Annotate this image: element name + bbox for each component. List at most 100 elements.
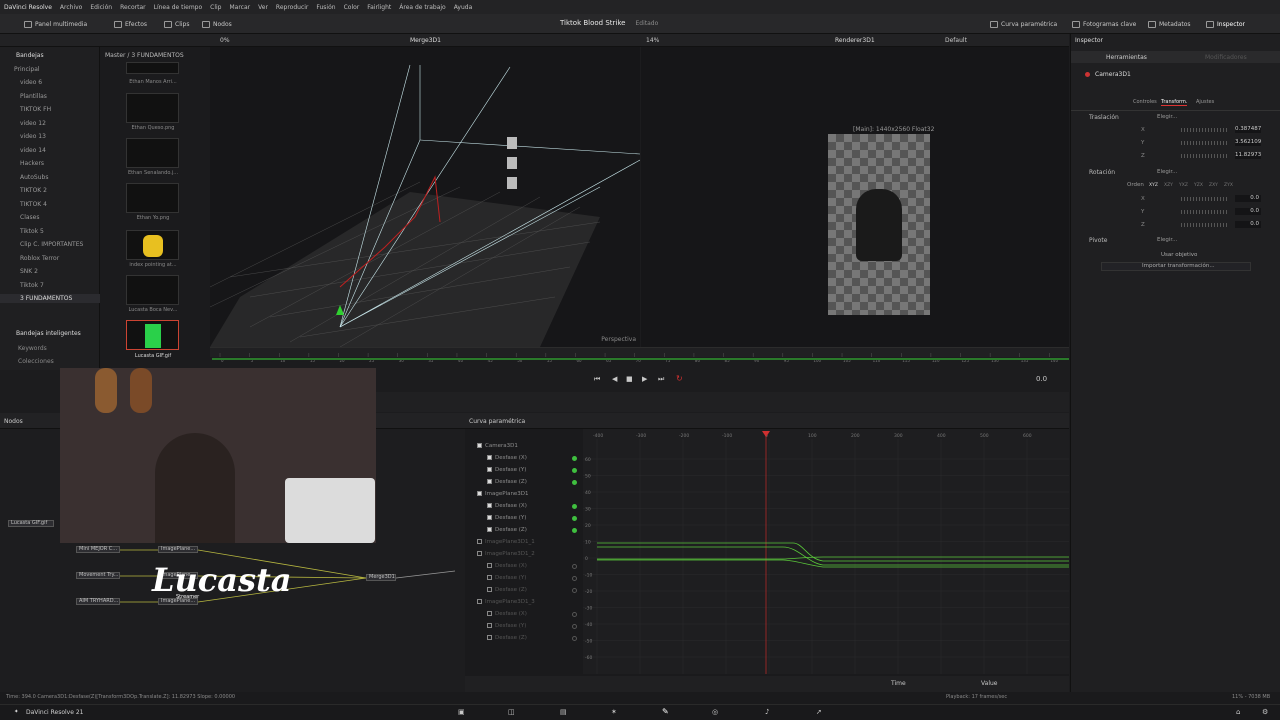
tools-tab[interactable]: Herramientas bbox=[1106, 54, 1147, 61]
curve-checkbox[interactable] bbox=[477, 491, 482, 496]
order-xzy[interactable]: XZY bbox=[1164, 183, 1173, 189]
menu-recortar[interactable]: Recortar bbox=[120, 4, 146, 11]
curve-visibility-dot[interactable] bbox=[572, 588, 577, 593]
render-page-icon[interactable]: ➚ bbox=[816, 709, 822, 716]
curve-channel[interactable]: Desfase (X) bbox=[487, 563, 527, 569]
menu-ayuda[interactable]: Ayuda bbox=[454, 4, 473, 11]
curve-visibility-dot[interactable] bbox=[572, 528, 577, 533]
tx-slider[interactable] bbox=[1181, 128, 1227, 132]
media-thumb[interactable] bbox=[126, 138, 179, 168]
menu-fusion[interactable]: Fusión bbox=[316, 4, 335, 11]
loop-icon[interactable]: ↻ bbox=[676, 375, 683, 383]
settings-icon[interactable]: ⚙ bbox=[1262, 709, 1268, 716]
bin-item[interactable]: video 12 bbox=[20, 119, 46, 128]
smart-bins-label[interactable]: Bandejas inteligentes bbox=[16, 331, 81, 337]
menu-clip[interactable]: Clip bbox=[210, 4, 221, 11]
subtab-transform[interactable]: Transform. bbox=[1161, 100, 1188, 106]
curve-checkbox[interactable] bbox=[487, 623, 492, 628]
media-thumb[interactable] bbox=[126, 183, 179, 213]
curve-channel[interactable]: Desfase (Y) bbox=[487, 623, 526, 629]
media-page-icon[interactable]: ▣ bbox=[458, 709, 465, 716]
curve-node[interactable]: Camera3D1 bbox=[477, 443, 518, 449]
stop-icon[interactable]: ■ bbox=[626, 376, 633, 383]
rotation-choose[interactable]: Elegir... bbox=[1157, 169, 1177, 176]
menu-linea-tiempo[interactable]: Línea de tiempo bbox=[154, 4, 203, 11]
curve-node[interactable]: ImagePlane3D1 bbox=[477, 491, 529, 497]
smart-bin-collections[interactable]: Colecciones bbox=[18, 359, 54, 365]
curve-checkbox[interactable] bbox=[487, 587, 492, 592]
curve-channel[interactable]: Desfase (Z) bbox=[487, 479, 527, 485]
curve-channel[interactable]: Desfase (Z) bbox=[487, 527, 527, 533]
playhead-marker-icon[interactable] bbox=[762, 431, 770, 437]
bin-item[interactable]: Tiktok 5 bbox=[20, 227, 44, 236]
keyframes-button[interactable]: Fotogramas clave bbox=[1072, 18, 1136, 30]
curve-checkbox[interactable] bbox=[477, 551, 482, 556]
bin-item[interactable]: Clip C. IMPORTANTES bbox=[20, 240, 83, 249]
translation-choose[interactable]: Elegir... bbox=[1157, 114, 1177, 121]
curve-channel[interactable]: Desfase (X) bbox=[487, 455, 527, 461]
curve-channel[interactable]: Desfase (Y) bbox=[487, 575, 526, 581]
curve-visibility-dot[interactable] bbox=[572, 612, 577, 617]
ty-value[interactable]: 3.562109 bbox=[1235, 139, 1261, 146]
curve-channel[interactable]: Desfase (X) bbox=[487, 503, 527, 509]
bin-item[interactable]: AutoSubs bbox=[20, 173, 48, 182]
pivot-section[interactable]: Pivote bbox=[1089, 238, 1107, 244]
play-reverse-icon[interactable]: ◀ bbox=[612, 376, 617, 383]
tx-value[interactable]: 0.387487 bbox=[1235, 126, 1261, 133]
bin-item[interactable]: TIKTOK 4 bbox=[20, 200, 47, 209]
menu-edicion[interactable]: Edición bbox=[90, 4, 112, 11]
timecode[interactable]: 0.0 bbox=[1036, 376, 1047, 383]
bin-item[interactable]: video 6 bbox=[20, 78, 42, 87]
bin-item[interactable]: TIKTOK 2 bbox=[20, 186, 47, 195]
bin-item[interactable]: SNK 2 bbox=[20, 267, 38, 276]
skip-start-icon[interactable]: ⏮ bbox=[594, 376, 600, 383]
right-viewer[interactable]: [Main]: 1440x2560 Float32 bbox=[641, 47, 1069, 347]
translation-section[interactable]: Traslación bbox=[1089, 115, 1119, 121]
order-yzx[interactable]: YZX bbox=[1194, 183, 1203, 189]
play-icon[interactable]: ▶ bbox=[642, 376, 647, 383]
edit-page-icon[interactable]: ▤ bbox=[560, 709, 567, 716]
curve-channel[interactable]: Desfase (Z) bbox=[487, 635, 527, 641]
modifiers-tab[interactable]: Modificadores bbox=[1205, 54, 1247, 61]
menu-reproducir[interactable]: Reproducir bbox=[276, 4, 308, 11]
order-zxy[interactable]: ZXY bbox=[1209, 183, 1218, 189]
media-thumb[interactable] bbox=[126, 230, 179, 260]
order-zyx[interactable]: ZYX bbox=[1224, 183, 1233, 189]
curve-channel[interactable]: Desfase (Y) bbox=[487, 515, 526, 521]
media-pool-button[interactable]: Panel multimedia bbox=[24, 18, 87, 30]
bin-item[interactable]: video 14 bbox=[20, 146, 46, 155]
bin-item[interactable]: video 13 bbox=[20, 132, 46, 141]
menu-color[interactable]: Color bbox=[344, 4, 360, 11]
curve-checkbox[interactable] bbox=[477, 599, 482, 604]
smart-bin-keywords[interactable]: Keywords bbox=[18, 346, 47, 352]
time-select[interactable]: Time bbox=[891, 681, 906, 687]
bin-item-selected[interactable]: 3 FUNDAMENTOS bbox=[0, 294, 100, 303]
curve-node[interactable]: ImagePlane3D1_1 bbox=[477, 539, 535, 545]
curve-channel[interactable]: Desfase (X) bbox=[487, 611, 527, 617]
inspector-button[interactable]: Inspector bbox=[1206, 18, 1245, 30]
curve-checkbox[interactable] bbox=[487, 479, 492, 484]
bin-item[interactable]: Hackers bbox=[20, 159, 44, 168]
curve-checkbox[interactable] bbox=[487, 503, 492, 508]
curve-checkbox[interactable] bbox=[487, 635, 492, 640]
order-yxz[interactable]: YXZ bbox=[1179, 183, 1188, 189]
home-icon[interactable]: ⌂ bbox=[1236, 709, 1240, 716]
curve-visibility-dot[interactable] bbox=[572, 456, 577, 461]
rz-slider[interactable] bbox=[1181, 223, 1227, 227]
bin-item[interactable]: TIKTOK FH bbox=[20, 105, 51, 114]
use-target-checkbox[interactable]: Usar objetivo bbox=[1161, 252, 1197, 259]
lut-select[interactable]: Default bbox=[945, 38, 967, 44]
curve-visibility-dot[interactable] bbox=[572, 504, 577, 509]
ry-value[interactable]: 0.0 bbox=[1235, 208, 1261, 215]
curve-checkbox[interactable] bbox=[477, 443, 482, 448]
curve-node[interactable]: ImagePlane3D1_3 bbox=[477, 599, 535, 605]
ry-slider[interactable] bbox=[1181, 210, 1227, 214]
bin-item[interactable]: Roblox Terror bbox=[20, 254, 59, 263]
tz-slider[interactable] bbox=[1181, 154, 1227, 158]
curve-checkbox[interactable] bbox=[487, 563, 492, 568]
nodes-panel[interactable]: Nodos Lucasta GIF.gif Mini MEJOR C... Mo… bbox=[0, 368, 465, 692]
bin-item[interactable]: Tiktok 7 bbox=[20, 281, 44, 290]
menu-area-trabajo[interactable]: Área de trabajo bbox=[399, 4, 445, 11]
clips-button[interactable]: Clips bbox=[164, 18, 189, 30]
color-page-icon[interactable]: ✎ bbox=[662, 708, 669, 716]
